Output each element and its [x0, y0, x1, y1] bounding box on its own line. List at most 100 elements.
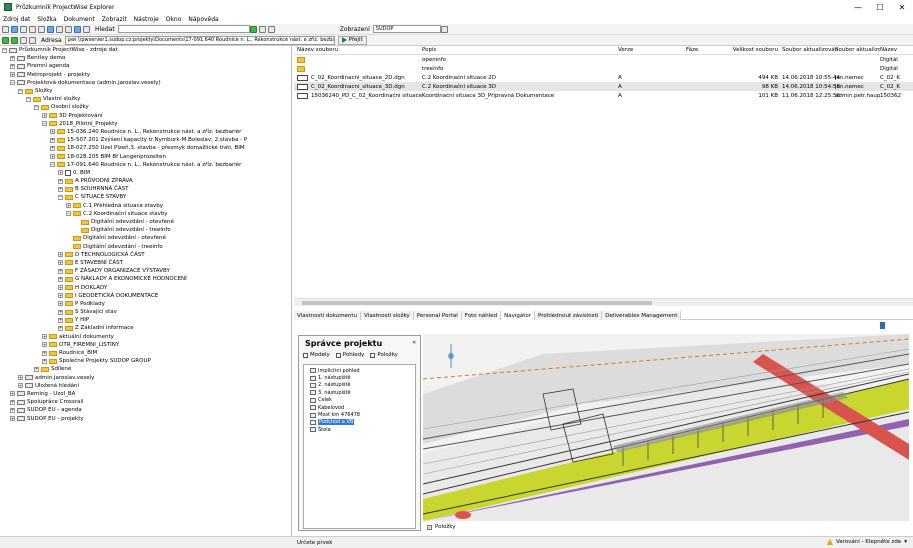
- close-button[interactable]: ✕: [891, 0, 913, 14]
- expand-node-icon[interactable]: +: [58, 293, 63, 299]
- expand-node-icon[interactable]: +: [58, 317, 63, 323]
- expand-node-icon[interactable]: +: [58, 260, 63, 266]
- expand-node-icon[interactable]: +: [58, 301, 63, 307]
- tree-item[interactable]: + Společné Projekty SUDOP GROUP: [0, 357, 291, 365]
- tree-item[interactable]: − Vlastní složky: [0, 95, 291, 103]
- search-go-icon[interactable]: [249, 25, 257, 33]
- menu-zobrazit[interactable]: Zobrazit: [102, 16, 127, 23]
- detail-tab[interactable]: Deliverables Management: [602, 311, 682, 320]
- expand-node-icon[interactable]: +: [42, 350, 47, 356]
- back-icon[interactable]: [2, 36, 9, 44]
- menu-nastroje[interactable]: Nástroje: [134, 16, 159, 23]
- col-updated[interactable]: Soubor aktualizován: [782, 47, 838, 53]
- tree-item[interactable]: + OTR_FIREMNI_LISTINY: [0, 341, 291, 349]
- delete-icon[interactable]: [47, 25, 54, 33]
- new-icon[interactable]: [2, 25, 9, 33]
- tree-item[interactable]: + Reming - Uzol_BA: [0, 390, 291, 398]
- tree-item[interactable]: + Firemní agenda: [0, 62, 291, 70]
- tree-item[interactable]: − Složky: [0, 87, 291, 95]
- detail-tab[interactable]: Navigátor: [501, 311, 536, 320]
- collapse-icon[interactable]: «: [412, 339, 416, 346]
- tree-item[interactable]: − Projektová dokumentace (admin.jaroslav.…: [0, 79, 291, 87]
- expand-node-icon[interactable]: +: [58, 170, 63, 176]
- scrollbar-thumb[interactable]: [302, 301, 652, 305]
- menu-dokument[interactable]: Dokument: [64, 16, 95, 23]
- tree-item[interactable]: +15-036.240 Roudnice n. L., Rekonstrukce…: [0, 128, 291, 136]
- document-row[interactable]: treeinfo Digitál: [294, 64, 913, 73]
- tree-item[interactable]: + P Podklady: [0, 300, 291, 308]
- col-filename[interactable]: Název souboru: [294, 47, 422, 53]
- detail-tab[interactable]: Personal Portal: [413, 311, 462, 320]
- save-icon[interactable]: [20, 25, 27, 33]
- maximize-button[interactable]: ☐: [869, 0, 891, 14]
- tab-views[interactable]: Pohledy: [335, 352, 364, 358]
- go-button[interactable]: Přejít: [337, 35, 367, 45]
- detail-tab[interactable]: Vlastnosti dokumentu: [294, 311, 362, 320]
- tree-item[interactable]: + Spolupráce Crossrail: [0, 398, 291, 406]
- tree-item[interactable]: + Bentley demo: [0, 54, 291, 62]
- binoculars-icon[interactable]: [83, 25, 90, 33]
- expand-node-icon[interactable]: +: [50, 145, 55, 151]
- col-updated-by[interactable]: Soubor aktualizoval: [835, 47, 880, 53]
- tree-item[interactable]: + SUDOP EU - projekty: [0, 414, 291, 422]
- detail-tab[interactable]: Prohlédnout závislosti: [535, 311, 603, 320]
- minimize-button[interactable]: —: [847, 0, 869, 14]
- expand-node-icon[interactable]: +: [58, 252, 63, 258]
- items-bar[interactable]: Položky: [423, 522, 909, 532]
- tree-item[interactable]: − C SITUACE STAVBY: [0, 193, 291, 201]
- expand-node-icon[interactable]: +: [50, 154, 55, 160]
- expand-node-icon[interactable]: +: [10, 391, 15, 397]
- collapse-node-icon[interactable]: −: [50, 162, 55, 168]
- saved-view-item[interactable]: Kabelovod: [310, 404, 415, 411]
- tree-item[interactable]: + Metroprojekt - projekty: [0, 71, 291, 79]
- search-input[interactable]: [117, 25, 250, 33]
- address-input[interactable]: pwi:\\pwserver1.sudop.cz:projekty\Docume…: [64, 35, 335, 45]
- tree-item[interactable]: Digitální odevzdání - treeinfo: [0, 226, 291, 234]
- col-description[interactable]: Popis: [422, 47, 618, 53]
- col-phase[interactable]: Fáze: [686, 47, 726, 53]
- tree-item[interactable]: + F ZÁSADY ORGANIZACE VÝSTAVBY: [0, 267, 291, 275]
- col-version[interactable]: Verze: [618, 47, 686, 53]
- tree-item[interactable]: − C.2 Koordinační situace stavby: [0, 210, 291, 218]
- expand-node-icon[interactable]: +: [10, 399, 15, 405]
- warning-indicator[interactable]: Varování - Klepněte zde ▾: [826, 539, 907, 545]
- tree-item[interactable]: + SUDOP EU - agenda: [0, 406, 291, 414]
- collapse-node-icon[interactable]: −: [42, 121, 47, 127]
- tree-item[interactable]: +18-028.205 BIM Bf Langenprozelten: [0, 152, 291, 160]
- details-view-icon[interactable]: [65, 25, 72, 33]
- col-title[interactable]: Název: [880, 47, 913, 53]
- view-select[interactable]: SUDOP: [372, 25, 441, 33]
- expand-node-icon[interactable]: +: [42, 342, 47, 348]
- tree-item[interactable]: − Průzkumník ProjectWise - zdroje dat: [0, 46, 291, 54]
- expand-node-icon[interactable]: +: [10, 55, 15, 61]
- expand-node-icon[interactable]: +: [58, 186, 63, 192]
- pin-icon[interactable]: [880, 322, 885, 329]
- col-size[interactable]: Velikost souboru: [726, 47, 782, 53]
- expand-node-icon[interactable]: +: [58, 178, 63, 184]
- expand-node-icon[interactable]: +: [58, 268, 63, 274]
- tree-item[interactable]: + A PRŮVODNÍ ZPRÁVA: [0, 177, 291, 185]
- expand-node-icon[interactable]: +: [10, 63, 15, 69]
- tree-item[interactable]: + H DOKLADY: [0, 283, 291, 291]
- collapse-node-icon[interactable]: −: [2, 47, 7, 53]
- expand-node-icon[interactable]: +: [42, 113, 47, 119]
- saved-view-item[interactable]: Štola: [310, 426, 415, 433]
- tree-item[interactable]: + I GEODETICKÁ DOKUMENTACE: [0, 292, 291, 300]
- collapse-node-icon[interactable]: −: [34, 104, 39, 110]
- expand-node-icon[interactable]: +: [34, 366, 39, 372]
- document-row[interactable]: 15036240_PD_C_02_Koordinační situace 3D.…: [294, 91, 913, 100]
- menu-slozka[interactable]: Složka: [37, 16, 56, 23]
- expand-node-icon[interactable]: +: [10, 407, 15, 413]
- tree-item[interactable]: +3D Projektování: [0, 112, 291, 120]
- saved-view-item[interactable]: 3. nástupiště: [310, 389, 415, 396]
- saved-view-item[interactable]: Most km 476478: [310, 411, 415, 418]
- expand-node-icon[interactable]: +: [58, 325, 63, 331]
- help-icon[interactable]: [74, 25, 81, 33]
- collapse-node-icon[interactable]: −: [58, 194, 63, 200]
- menu-okno[interactable]: Okno: [166, 16, 182, 23]
- tab-items[interactable]: Položky: [370, 352, 398, 358]
- up-folder-icon[interactable]: [20, 36, 27, 44]
- tree-item[interactable]: + B SOUHRNNÁ ČÁST: [0, 185, 291, 193]
- saved-view-item[interactable]: Implicitní pohled: [310, 367, 415, 374]
- detail-tab[interactable]: Vlastnosti složky: [361, 311, 414, 320]
